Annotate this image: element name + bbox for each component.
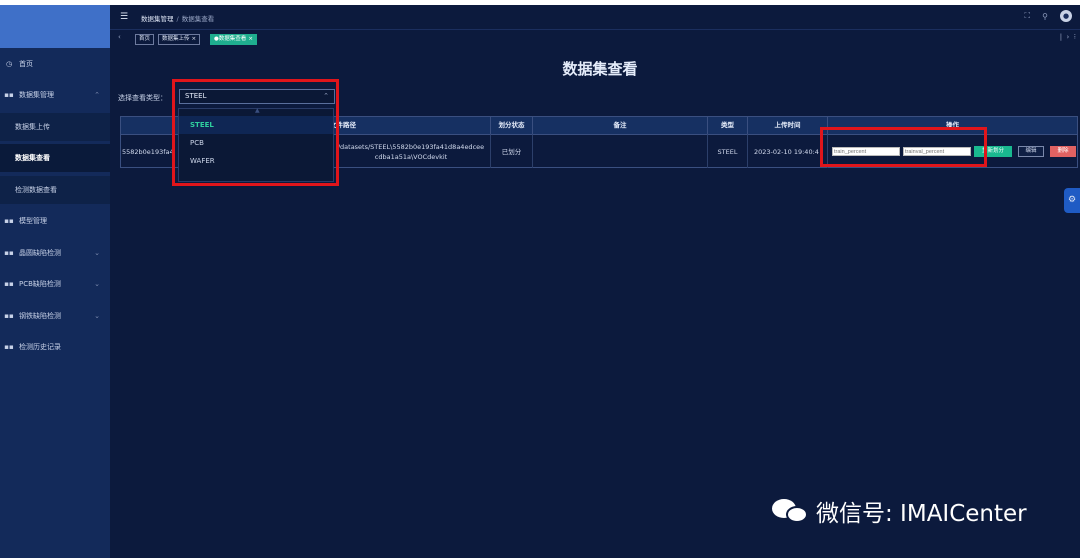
chevron-down-icon: ⌄	[94, 312, 100, 320]
sidebar-item-label: 首页	[19, 60, 33, 68]
grid-icon: ▪▪	[4, 217, 14, 225]
breadcrumb-current: 数据集查看	[181, 15, 215, 23]
header-actions: ⛶ ⚲ ●	[1013, 10, 1072, 22]
sidebar-item-dataset-management[interactable]: ▪▪ 数据集管理 ⌃	[0, 81, 110, 109]
sidebar-item-label: 钢铁缺陷检测	[19, 312, 61, 320]
sidebar: ◷ 首页 ▪▪ 数据集管理 ⌃ 数据集上传 数据集查看 检测数据查看 ▪▪ 模型…	[0, 48, 110, 558]
sidebar-subitem-label: 数据集上传	[15, 123, 50, 131]
chevron-up-icon: ⌃	[94, 91, 100, 99]
sidebar-subitem-dataset-view[interactable]: 数据集查看	[0, 144, 110, 172]
close-icon[interactable]: ×	[248, 36, 253, 42]
sidebar-item-steel-detection[interactable]: ▪▪ 钢铁缺陷检测 ⌄	[0, 302, 110, 330]
path-line: /datasets/STEEL\5582b0e193fa41d8a4edcee	[337, 142, 485, 151]
tab-label: 首页	[139, 36, 151, 42]
grid-icon: ▪▪	[4, 280, 14, 288]
page-title: 数据集查看	[562, 60, 638, 78]
chevron-down-icon: ⌄	[94, 249, 100, 257]
column-header: 上传时间	[748, 117, 828, 134]
search-icon[interactable]: ⚲	[1042, 12, 1048, 21]
table-cell-time: 2023-02-10 19:40:4	[748, 134, 828, 168]
grid-icon: ▪▪	[4, 91, 14, 99]
sidebar-item-label: 数据集管理	[19, 91, 54, 99]
column-header: 备注	[533, 117, 708, 134]
grid-icon: ▪▪	[4, 249, 14, 257]
highlight-box-select	[172, 79, 339, 186]
sidebar-item-label: PCB缺陷检测	[19, 280, 61, 288]
sidebar-item-wafer-detection[interactable]: ▪▪ 晶圆缺陷检测 ⌄	[0, 239, 110, 267]
sidebar-item-label: 检测历史记录	[19, 343, 61, 351]
path-line: cdba1a51a\VOCdevkit	[374, 152, 448, 161]
scroll-left-icon[interactable]: ‹	[118, 33, 121, 41]
grid-icon: ▪▪	[4, 343, 14, 351]
sidebar-item-pcb-detection[interactable]: ▪▪ PCB缺陷检测 ⌄	[0, 270, 110, 298]
tab-label: ●数据集查看	[214, 36, 247, 42]
table-cell-type: STEEL	[708, 134, 748, 168]
sidebar-item-model-management[interactable]: ▪▪ 模型管理	[0, 207, 110, 235]
tab-home[interactable]: 首页	[135, 34, 155, 45]
menu-toggle-icon[interactable]: ☰	[120, 12, 128, 22]
table-cell-status: 已划分	[491, 134, 533, 168]
tags-view-bar: ‹ 首页 数据集上传 × ●数据集查看 × | › ⁝	[110, 29, 1080, 48]
settings-gear-icon[interactable]: ⚙	[1064, 188, 1080, 213]
breadcrumb-separator: /	[176, 15, 179, 23]
tab-label: 数据集上传	[162, 36, 190, 42]
fullscreen-icon[interactable]: ⛶	[1025, 11, 1031, 21]
sidebar-subitem-label: 检测数据查看	[15, 186, 57, 194]
sidebar-subitem-detection-data[interactable]: 检测数据查看	[0, 176, 110, 204]
watermark: 微信号: IMAICenter	[770, 494, 1027, 528]
home-icon: ◷	[5, 60, 13, 68]
wechat-icon	[770, 496, 812, 526]
chevron-down-icon: ⌄	[94, 280, 100, 288]
sidebar-item-label: 晶圆缺陷检测	[19, 249, 61, 257]
breadcrumb: 数据集管理 / 数据集查看	[141, 13, 214, 23]
sidebar-subitem-dataset-upload[interactable]: 数据集上传	[0, 113, 110, 141]
logo-area	[0, 5, 110, 48]
scroll-right-icon[interactable]: | › ⁝	[1060, 33, 1076, 41]
sidebar-item-label: 模型管理	[19, 217, 47, 225]
edit-button[interactable]: 编辑	[1018, 146, 1044, 157]
highlight-box-split-inputs	[820, 127, 987, 167]
table-cell-note	[533, 134, 708, 168]
column-header: 类型	[708, 117, 748, 134]
grid-icon: ▪▪	[4, 312, 14, 320]
column-header: 划分状态	[491, 117, 533, 134]
delete-button[interactable]: 删除	[1050, 146, 1076, 157]
sidebar-item-detection-history[interactable]: ▪▪ 检测历史记录	[0, 333, 110, 361]
select-type-label: 选择查看类型：	[118, 94, 167, 102]
user-avatar-icon[interactable]: ●	[1060, 10, 1072, 22]
breadcrumb-item[interactable]: 数据集管理	[141, 15, 174, 23]
tab-dataset-upload[interactable]: 数据集上传 ×	[158, 34, 201, 45]
close-icon[interactable]: ×	[192, 36, 197, 42]
bubble-shape	[786, 506, 808, 523]
tab-dataset-view[interactable]: ●数据集查看 ×	[210, 34, 257, 45]
sidebar-subitem-label: 数据集查看	[15, 154, 50, 162]
watermark-text: 微信号: IMAICenter	[816, 501, 1027, 527]
sidebar-item-home[interactable]: ◷ 首页	[0, 50, 110, 78]
